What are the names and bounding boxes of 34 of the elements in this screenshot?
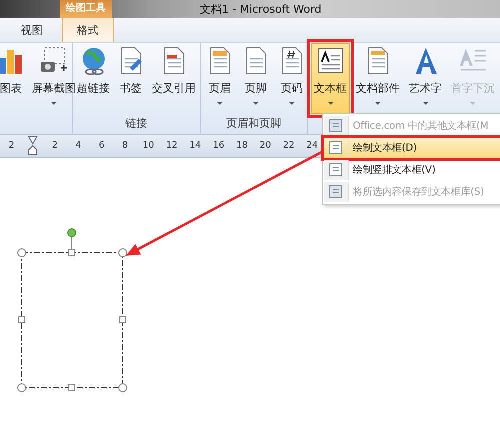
ruler-number: 4 xyxy=(74,141,82,151)
text-box-icon xyxy=(329,185,343,199)
ruler-number: 16 xyxy=(212,141,226,151)
ruler-number: 12 xyxy=(165,141,179,151)
ribbon-tab[interactable]: 视图 xyxy=(10,18,54,42)
text-box-icon xyxy=(329,163,343,177)
ribbon-button[interactable]: 书签 xyxy=(113,43,149,114)
menu-item[interactable]: 绘制文本框(D) xyxy=(323,137,500,159)
group-label: 链接 xyxy=(126,116,148,131)
ruler-number: 14 xyxy=(188,141,202,151)
ribbon-tab[interactable]: 格式 xyxy=(62,18,114,42)
ribbon-button[interactable]: 图表 xyxy=(0,43,29,114)
menu-item[interactable]: 绘制竖排文本框(V) xyxy=(323,159,500,181)
indent-marker-icon[interactable] xyxy=(28,136,38,156)
text-box-icon xyxy=(329,119,343,133)
text-box-icon xyxy=(316,46,346,76)
ribbon-button[interactable]: 文档部件 xyxy=(353,43,403,114)
ruler-number: 2 xyxy=(8,141,16,151)
ruler-number: 20 xyxy=(258,141,272,151)
ruler-number: 8 xyxy=(121,141,130,151)
ruler-number: 2 xyxy=(51,141,59,151)
text-box-icon xyxy=(329,141,343,155)
text-box-shape-drawing[interactable] xyxy=(18,228,128,392)
ruler-number: 6 xyxy=(98,141,106,151)
window-title: 文档1 - Microsoft Word xyxy=(200,2,322,16)
contextual-tab-header: 绘图工具 xyxy=(60,0,112,18)
ribbon-button[interactable]: 交叉引用 xyxy=(149,43,199,114)
group-label: 页眉和页脚 xyxy=(226,116,282,131)
ruler-number: 18 xyxy=(235,141,249,151)
ruler-number: 24 xyxy=(306,141,320,151)
ribbon-button[interactable]: 页脚 xyxy=(238,43,274,114)
ruler-number: 22 xyxy=(282,141,296,151)
ribbon-button[interactable]: 页眉 xyxy=(202,43,238,114)
ruler-number: 10 xyxy=(142,141,156,151)
